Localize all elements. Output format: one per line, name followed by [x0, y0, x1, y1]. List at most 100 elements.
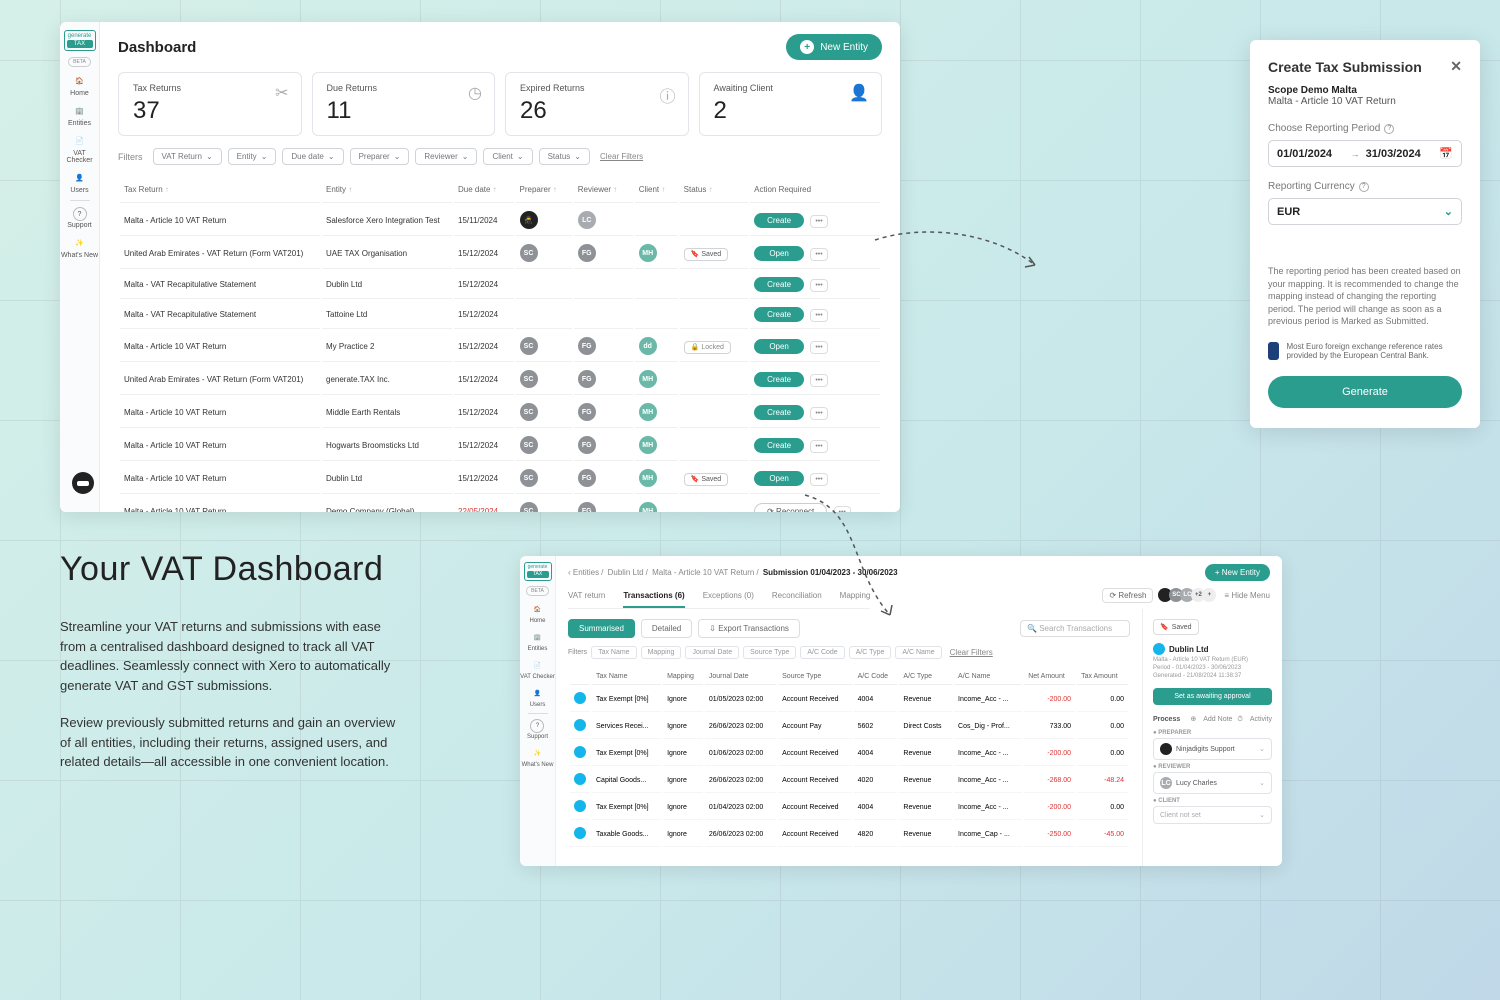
nav-home[interactable]: 🏠Home	[529, 601, 545, 624]
table-row[interactable]: Malta - Article 10 VAT Return Demo Compa…	[120, 496, 880, 512]
nav-vat-checker[interactable]: 📄VAT Checker	[520, 657, 555, 680]
row-action-button[interactable]: Create	[754, 372, 804, 387]
tab-mapping[interactable]: Mapping	[840, 591, 871, 608]
table-row[interactable]: Taxable Goods... Ignore 26/06/2023 02:00…	[570, 822, 1128, 847]
period-picker[interactable]: 01/01/2024 → 31/03/2024 📅	[1268, 140, 1462, 167]
col-preparer[interactable]: Preparer	[516, 181, 572, 203]
col-reviewer[interactable]: Reviewer	[574, 181, 633, 203]
table-row[interactable]: Capital Goods... Ignore 26/06/2023 02:00…	[570, 768, 1128, 793]
breadcrumb[interactable]: ‹ Entities/ Dublin Ltd/ Malta - Article …	[568, 568, 898, 577]
set-awaiting-button[interactable]: Set as awaiting approval	[1153, 688, 1272, 705]
table-row[interactable]: Malta - Article 10 VAT Return Salesforce…	[120, 205, 880, 236]
tab-transactions[interactable]: Transactions (6)	[623, 591, 684, 608]
clear-filters-link[interactable]: Clear Filters	[600, 152, 643, 161]
table-row[interactable]: Services Recei... Ignore 26/06/2023 02:0…	[570, 714, 1128, 739]
tab-vat-return[interactable]: VAT return	[568, 591, 605, 608]
preparer-select[interactable]: Ninjadigits Support⌄	[1153, 738, 1272, 760]
nav-entities[interactable]: 🏢Entities	[68, 103, 91, 127]
col-tax-name[interactable]: Tax Name	[592, 669, 661, 685]
table-row[interactable]: Malta - VAT Recapitulative Statement Dub…	[120, 271, 880, 299]
table-row[interactable]: Malta - Article 10 VAT Return Middle Ear…	[120, 397, 880, 428]
export-button[interactable]: ⇩ Export Transactions	[698, 619, 800, 638]
client-select[interactable]: Client not set⌄	[1153, 806, 1272, 824]
row-action-button[interactable]: Create	[754, 213, 804, 228]
nav-whats-new[interactable]: ✨What's New	[61, 235, 98, 259]
table-row[interactable]: Tax Exempt [0%] Ignore 01/04/2023 02:00 …	[570, 795, 1128, 820]
reviewer-select[interactable]: LCLucy Charles⌄	[1153, 772, 1272, 794]
close-icon[interactable]: ✕	[1450, 58, 1462, 75]
nav-support[interactable]: ?Support	[67, 207, 92, 229]
row-action-button[interactable]: Create	[754, 405, 804, 420]
row-action-button[interactable]: Open	[754, 471, 804, 486]
new-entity-button[interactable]: + New Entity	[786, 34, 882, 60]
user-avatars[interactable]: SC LC +2 +	[1161, 588, 1216, 602]
filter-entity[interactable]: Entity	[228, 148, 277, 165]
search-input[interactable]: 🔍 Search Transactions	[1020, 620, 1130, 637]
help-icon[interactable]: ?	[1359, 182, 1369, 192]
table-row[interactable]: Malta - Article 10 VAT Return Dublin Ltd…	[120, 463, 880, 494]
tab-reconciliation[interactable]: Reconciliation	[772, 591, 822, 608]
filter-reviewer[interactable]: Reviewer	[415, 148, 477, 165]
row-more-button[interactable]: •••	[810, 374, 827, 387]
filter-ac-name[interactable]: A/C Name	[895, 646, 941, 659]
col-tax-amount[interactable]: Tax Amount	[1077, 669, 1128, 685]
help-icon[interactable]: ?	[1384, 124, 1394, 134]
activity-link[interactable]: ⏱ Activity	[1237, 716, 1272, 723]
col-ac-code[interactable]: A/C Code	[854, 669, 898, 685]
nav-support[interactable]: ?Support	[527, 719, 548, 740]
col-mapping[interactable]: Mapping	[663, 669, 703, 685]
table-row[interactable]: Malta - VAT Recapitulative Statement Tat…	[120, 301, 880, 329]
row-more-button[interactable]: •••	[810, 309, 827, 322]
filter-ac-type[interactable]: A/C Type	[849, 646, 892, 659]
row-more-button[interactable]: •••	[810, 407, 827, 420]
table-row[interactable]: Tax Exempt [0%] Ignore 01/06/2023 02:00 …	[570, 741, 1128, 766]
filter-client[interactable]: Client	[483, 148, 532, 165]
row-more-button[interactable]: •••	[810, 440, 827, 453]
view-detailed[interactable]: Detailed	[641, 619, 692, 638]
nav-whats-new[interactable]: ✨What's New	[522, 745, 554, 768]
stat-tax-returns[interactable]: Tax Returns 37 ✂	[118, 72, 302, 136]
row-action-button[interactable]: Open	[754, 339, 804, 354]
col-tax-return[interactable]: Tax Return	[120, 181, 320, 203]
col-source-type[interactable]: Source Type	[778, 669, 852, 685]
row-action-button[interactable]: Create	[754, 307, 804, 322]
filter-vat-return[interactable]: VAT Return	[153, 148, 222, 165]
row-more-button[interactable]: •••	[810, 473, 827, 486]
table-row[interactable]: Tax Exempt [0%] Ignore 01/05/2023 02:00 …	[570, 687, 1128, 712]
calendar-icon[interactable]: 📅	[1439, 147, 1453, 160]
nav-users[interactable]: 👤Users	[70, 170, 88, 194]
clear-filters-link[interactable]: Clear Filters	[950, 648, 993, 657]
col-entity[interactable]: Entity	[322, 181, 452, 203]
row-more-button[interactable]: •••	[810, 215, 827, 228]
filter-source-type[interactable]: Source Type	[743, 646, 796, 659]
filter-tax-name[interactable]: Tax Name	[591, 646, 637, 659]
stat-due-returns[interactable]: Due Returns 11 ◷	[312, 72, 496, 136]
stat-awaiting-client[interactable]: Awaiting Client 2 👤	[699, 72, 883, 136]
tab-exceptions[interactable]: Exceptions (0)	[703, 591, 754, 608]
col-status[interactable]: Status	[680, 181, 748, 203]
col-journal-date[interactable]: Journal Date	[705, 669, 776, 685]
nav-vat-checker[interactable]: 📄VAT Checker	[60, 133, 99, 164]
row-more-button[interactable]: •••	[810, 341, 827, 354]
table-row[interactable]: Malta - Article 10 VAT Return Hogwarts B…	[120, 430, 880, 461]
filter-due-date[interactable]: Due date	[282, 148, 343, 165]
row-action-button[interactable]: Open	[754, 246, 804, 261]
row-action-button[interactable]: ⟳ Reconnect	[754, 503, 827, 513]
add-note-link[interactable]: ⊕ Add Note	[1190, 716, 1232, 723]
row-more-button[interactable]: •••	[834, 506, 851, 513]
filter-ac-code[interactable]: A/C Code	[800, 646, 844, 659]
row-action-button[interactable]: Create	[754, 277, 804, 292]
row-action-button[interactable]: Create	[754, 438, 804, 453]
col-client[interactable]: Client	[635, 181, 678, 203]
nav-users[interactable]: 👤Users	[530, 685, 546, 708]
new-entity-button[interactable]: + New Entity	[1205, 564, 1270, 581]
refresh-button[interactable]: ⟳ Refresh	[1102, 588, 1153, 603]
col-ac-type[interactable]: A/C Type	[899, 669, 952, 685]
nav-home[interactable]: 🏠Home	[70, 73, 89, 97]
col-net-amount[interactable]: Net Amount	[1024, 669, 1075, 685]
row-more-button[interactable]: •••	[810, 248, 827, 261]
generate-button[interactable]: Generate	[1268, 376, 1462, 408]
hide-menu-button[interactable]: ≡ Hide Menu	[1224, 591, 1270, 600]
filter-mapping[interactable]: Mapping	[641, 646, 682, 659]
table-row[interactable]: United Arab Emirates - VAT Return (Form …	[120, 238, 880, 269]
